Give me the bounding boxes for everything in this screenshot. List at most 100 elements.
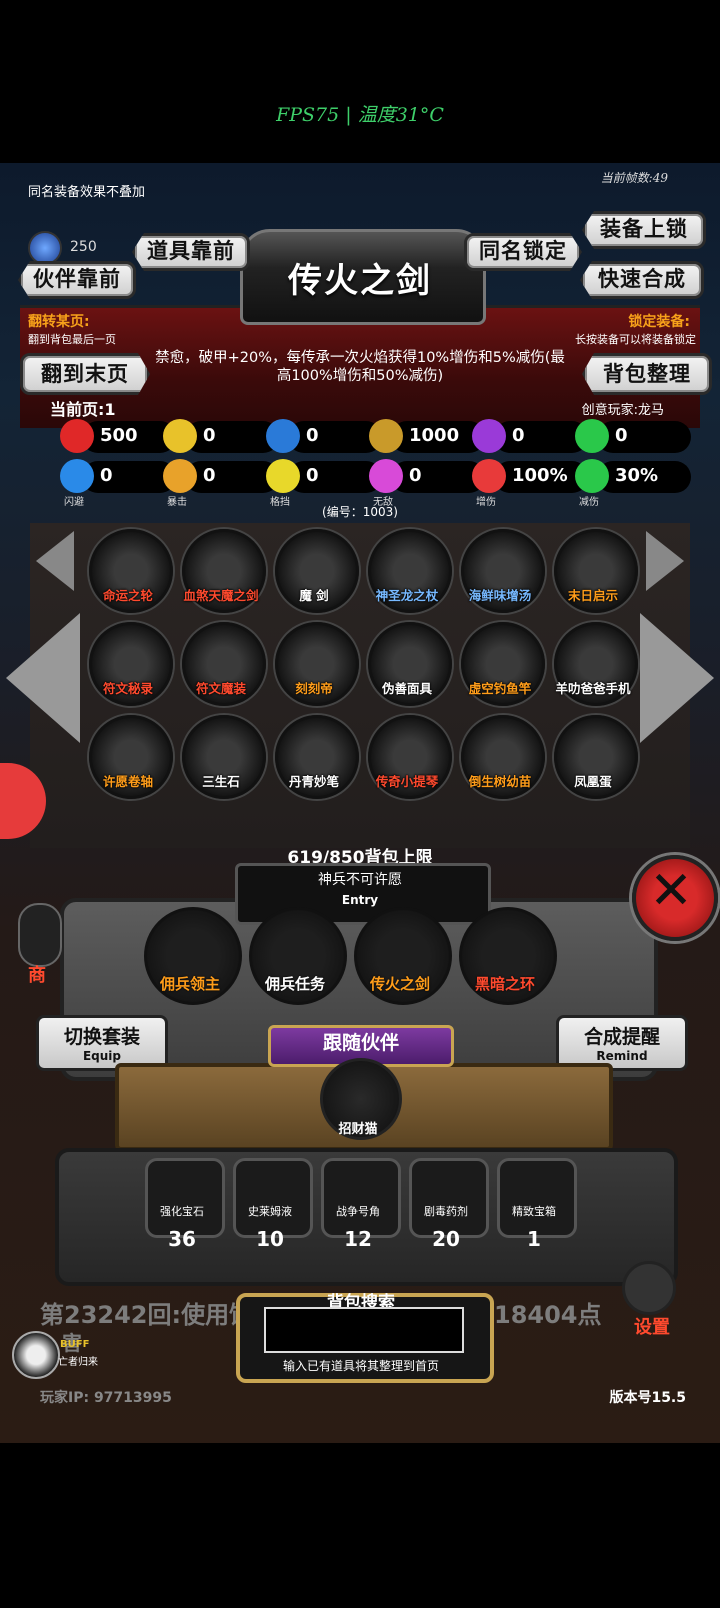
equipped-item-name: 传火之剑 bbox=[369, 975, 430, 993]
inventory-item-name: 末日启示 bbox=[567, 588, 618, 603]
fps-indicator: FPS75 | 温度31°C bbox=[276, 104, 444, 126]
stat-box bbox=[185, 461, 279, 493]
inventory-item-name: 凤凰蛋 bbox=[574, 774, 612, 789]
item-id: (编号：1003) bbox=[322, 505, 398, 519]
crystal-icon bbox=[28, 231, 62, 265]
block-icon bbox=[266, 459, 300, 493]
lock-equip-label: 锁定装备: bbox=[628, 314, 690, 330]
item-title: 传火之剑 bbox=[288, 261, 432, 301]
lock-equip-sub: 长按装备可以将装备锁定 bbox=[575, 333, 696, 346]
material-count: 20 bbox=[432, 1227, 460, 1251]
skull-buff-icon[interactable] bbox=[12, 1331, 60, 1379]
companion-name: 招财猫 bbox=[338, 1122, 378, 1137]
same-name-lock-button[interactable]: 同名锁定 bbox=[464, 233, 582, 271]
stat-box bbox=[288, 461, 382, 493]
items-first-button[interactable]: 道具靠前 bbox=[132, 233, 250, 271]
quick-synth-button[interactable]: 快速合成 bbox=[580, 261, 704, 299]
same-name-note: 同名装备效果不叠加 bbox=[28, 185, 146, 200]
stat-box bbox=[494, 421, 588, 453]
stat-box bbox=[82, 461, 176, 493]
synth-remind-label: 合成提醒 bbox=[583, 1026, 660, 1048]
stat-value: 0 bbox=[512, 425, 525, 446]
clover-icon bbox=[575, 419, 609, 453]
poison-icon[interactable] bbox=[409, 1158, 489, 1238]
equipped-item-name: 佣兵任务 bbox=[264, 975, 325, 993]
stat-box bbox=[185, 421, 279, 453]
sword-icon bbox=[369, 419, 403, 453]
switch-set-label: 切换套装 bbox=[63, 1026, 140, 1048]
stat-value: 0 bbox=[203, 465, 216, 486]
settings-gear-icon[interactable] bbox=[622, 1261, 676, 1315]
stat-value: 1000 bbox=[409, 425, 460, 446]
prev-page-small-arrow-icon[interactable] bbox=[36, 531, 74, 591]
equip-lock-button[interactable]: 装备上锁 bbox=[582, 211, 706, 249]
entry-text: 神兵不可许愿 bbox=[318, 872, 402, 888]
material-name: 史莱姆液 bbox=[248, 1205, 292, 1218]
material-name: 强化宝石 bbox=[160, 1205, 204, 1218]
lightning-icon bbox=[472, 419, 506, 453]
settings-label[interactable]: 设置 bbox=[634, 1313, 670, 1339]
flip-page-sub: 翻到背包最后一页 bbox=[28, 333, 116, 346]
stat-value: 0 bbox=[100, 465, 113, 486]
crystal-count: 250 bbox=[70, 239, 97, 255]
stat-value: 0 bbox=[203, 425, 216, 446]
entry-label: Entry bbox=[341, 893, 379, 907]
sort-bag-button[interactable]: 背包整理 bbox=[582, 353, 712, 395]
side-shop-button[interactable] bbox=[18, 903, 62, 967]
potion-icon[interactable] bbox=[233, 1158, 313, 1238]
item-description: 禁愈，破甲+20%，每传承一次火焰获得10%增伤和5%减伤(最高100%增伤和5… bbox=[155, 350, 565, 384]
material-count: 12 bbox=[344, 1227, 372, 1251]
material-name: 战争号角 bbox=[336, 1205, 380, 1218]
battle-log-right: 18404点 bbox=[494, 1301, 602, 1329]
invincible-icon bbox=[369, 459, 403, 493]
current-page: 当前页:1 bbox=[50, 400, 116, 419]
bag-search-input[interactable] bbox=[264, 1307, 464, 1353]
side-shop-label: 商 bbox=[28, 965, 46, 986]
stat-value: 0 bbox=[306, 465, 319, 486]
version-number: 版本号15.5 bbox=[609, 1390, 686, 1406]
material-count: 1 bbox=[527, 1227, 541, 1251]
to-last-page-button[interactable]: 翻到末页 bbox=[20, 353, 150, 395]
material-name: 剧毒药剂 bbox=[424, 1205, 468, 1218]
stat-box bbox=[391, 461, 485, 493]
stat-box bbox=[288, 421, 382, 453]
crit-icon bbox=[163, 459, 197, 493]
stat-value: 0 bbox=[409, 465, 422, 486]
bag-search-hint: 输入已有道具将其整理到首页 bbox=[282, 1359, 439, 1373]
frame-counter: 当前帧数:49 bbox=[600, 171, 668, 185]
synth-remind-sub: Remind bbox=[596, 1049, 648, 1063]
stat-value: 0 bbox=[615, 425, 628, 446]
stat-value: 0 bbox=[306, 425, 319, 446]
war-horn-icon[interactable] bbox=[321, 1158, 401, 1238]
material-count: 36 bbox=[168, 1227, 196, 1251]
boot-icon bbox=[266, 419, 300, 453]
stat-value: 100% bbox=[512, 465, 568, 486]
companion-first-button[interactable]: 伙伴靠前 bbox=[18, 261, 136, 299]
game-screen: 同名装备效果不叠加 当前帧数:49 250 传火之剑 道具靠前 伙伴靠前 同名锁… bbox=[0, 163, 720, 1443]
battle-log-left: 第23242回:使用饮 bbox=[40, 1301, 254, 1329]
equipped-item-name: 佣兵领主 bbox=[159, 975, 220, 993]
heart-icon bbox=[60, 419, 94, 453]
inventory-item-name: 羊叻爸爸手机 bbox=[555, 681, 631, 696]
stat-box bbox=[597, 421, 691, 453]
close-icon: ✕ bbox=[649, 861, 693, 921]
buff-sub: 亡者归来 bbox=[58, 1357, 98, 1368]
gem-icon[interactable] bbox=[145, 1158, 225, 1238]
creator-credit: 创意玩家:龙马 bbox=[581, 403, 664, 418]
prev-page-arrow-icon[interactable] bbox=[6, 613, 80, 743]
damage-reduce-icon bbox=[575, 459, 609, 493]
switch-set-sub: Equip bbox=[82, 1049, 122, 1063]
stat-value: 500 bbox=[100, 425, 138, 446]
damage-up-icon bbox=[472, 459, 506, 493]
buff-label: BUFF bbox=[60, 1339, 90, 1350]
dodge-icon bbox=[60, 459, 94, 493]
armor-icon bbox=[163, 419, 197, 453]
player-ip: 玩家IP: 97713995 bbox=[40, 1390, 172, 1406]
equipped-item-name: 黑暗之环 bbox=[474, 975, 535, 993]
next-page-arrow-icon[interactable] bbox=[640, 613, 714, 743]
next-page-small-arrow-icon[interactable] bbox=[646, 531, 684, 591]
chest-icon[interactable] bbox=[497, 1158, 577, 1238]
material-count: 10 bbox=[256, 1227, 284, 1251]
flip-page-label: 翻转某页: bbox=[28, 314, 90, 330]
material-name: 精致宝箱 bbox=[512, 1205, 556, 1218]
